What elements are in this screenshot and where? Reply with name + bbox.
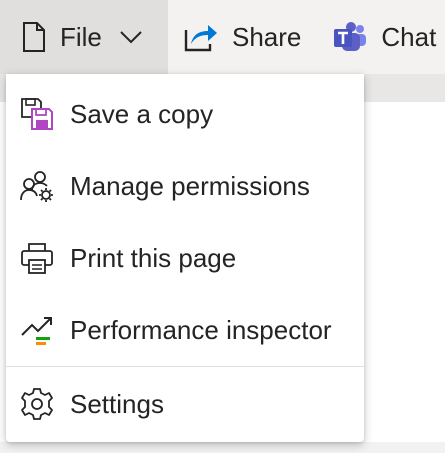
chat-label: Chat (381, 21, 437, 52)
menu-item-print-this-page[interactable]: Print this page (6, 228, 364, 288)
file-menu-label: File (60, 21, 102, 52)
menu-item-label: Print this page (70, 242, 237, 273)
menu-item-label: Save a copy (70, 98, 214, 129)
file-menu-button[interactable]: File (0, 0, 168, 74)
menu-item-label: Performance inspector (70, 314, 332, 345)
printer-icon (20, 241, 54, 275)
command-bar: File Share Chat (0, 0, 445, 74)
menu-item-label: Settings (70, 388, 164, 419)
menu-item-manage-permissions[interactable]: Manage permissions (6, 156, 364, 216)
menu-item-settings[interactable]: Settings (6, 374, 364, 434)
menu-item-label: Manage permissions (70, 170, 310, 201)
menu-item-performance-inspector[interactable]: Performance inspector (6, 300, 364, 360)
save-copy-icon (20, 97, 54, 131)
file-dropdown-menu: Save a copy Manage permissions Print thi… (6, 74, 364, 442)
share-button[interactable]: Share (168, 0, 301, 74)
share-label: Share (232, 21, 302, 52)
chevron-down-icon (120, 30, 142, 44)
manage-permissions-icon (20, 169, 54, 203)
teams-icon (333, 21, 367, 53)
menu-item-save-a-copy[interactable]: Save a copy (6, 84, 364, 144)
menu-divider (6, 366, 364, 367)
performance-inspector-icon (20, 313, 54, 347)
file-icon (22, 22, 46, 52)
gear-icon (20, 387, 54, 421)
chat-in-teams-button[interactable]: Chat (301, 0, 436, 74)
share-icon (184, 22, 218, 52)
